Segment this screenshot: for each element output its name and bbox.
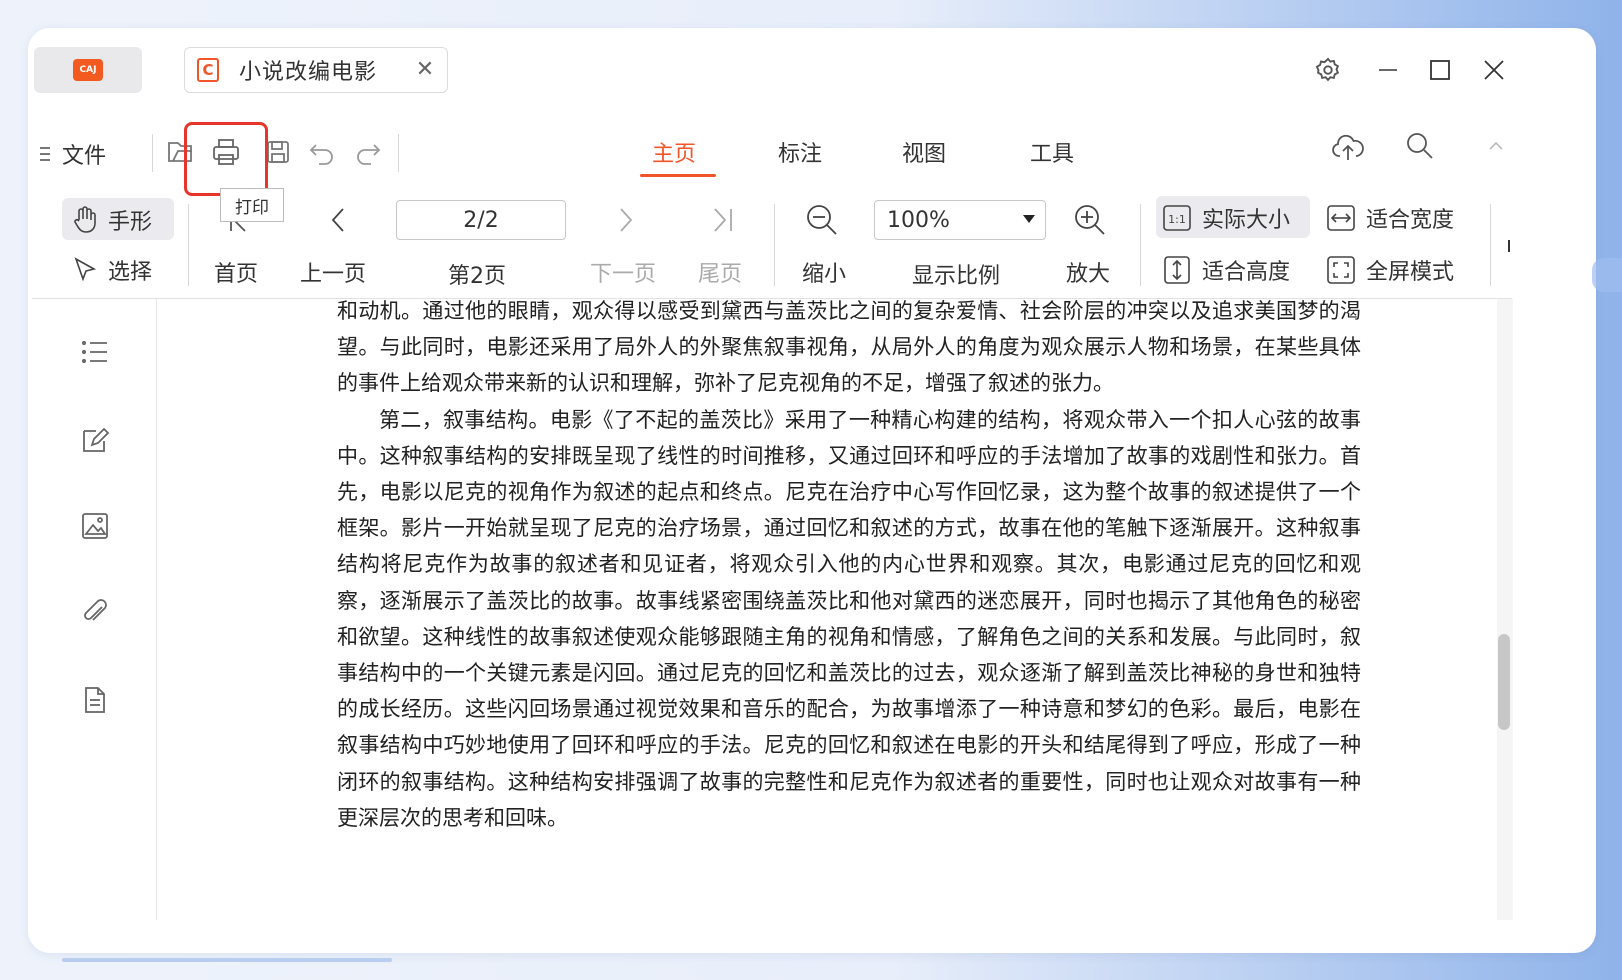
zoom-caption: 显示比例 [912,264,1001,289]
ribbon-divider [1490,204,1491,286]
annotation-edit-icon[interactable] [78,423,112,457]
zoom-select[interactable]: 100% [874,200,1046,240]
fit-height-icon [1164,256,1190,284]
caj-doc-icon: C [197,58,219,82]
chevron-up-icon[interactable] [1476,126,1516,166]
next-page-label[interactable]: 下一页 [590,256,656,288]
hand-tool-button[interactable]: 手形 [72,204,152,236]
fit-width-icon [1327,205,1355,231]
document-page-icon[interactable] [78,683,112,717]
paragraph: 第二，叙事结构。电影《了不起的盖茨比》采用了一种精心构建的结构，将观众带入一个扣… [337,407,1361,830]
outline-list-icon[interactable] [78,335,112,369]
settings-gear-icon[interactable] [1312,54,1344,86]
search-icon[interactable] [1400,126,1440,166]
tab-title: 小说改编电影 [239,60,378,85]
fullscreen-button[interactable]: 全屏模式 [1326,254,1454,286]
active-tab-underline [640,174,716,177]
document-tab[interactable]: C 小说改编电影 ✕ [184,47,448,93]
file-menu-button[interactable]: 文件 [38,138,106,170]
print-tooltip: 打印 [220,188,284,222]
file-menu-label: 文件 [62,144,107,169]
ribbon-divider [774,204,775,286]
document-text: 和动机。通过他的眼睛，观众得以感受到黛西与盖茨比之间的复杂爱情、社会阶层的冲突以… [337,299,1361,836]
toolbar-divider [398,134,399,172]
last-page-label[interactable]: 尾页 [698,256,742,288]
ribbon-divider [1140,204,1141,286]
left-sidebar [32,299,157,920]
tab-close-icon[interactable]: ✕ [413,58,437,82]
redo-icon[interactable] [348,132,388,172]
page-caption: 第2页 [448,264,506,289]
fit-width-button[interactable]: 适合宽度 [1326,202,1454,234]
taskbar-indicator [62,958,392,962]
zoom-out-label[interactable]: 缩小 [802,256,846,288]
actual-size-button[interactable]: 1:1 实际大小 [1162,202,1290,234]
attachment-paperclip-icon[interactable] [78,595,112,629]
print-highlight-box [184,122,268,196]
zoom-out-icon[interactable] [802,200,842,240]
close-window-icon[interactable] [1478,54,1510,86]
actual-size-label: 实际大小 [1202,208,1291,233]
app-menu-button[interactable]: CAJ [34,47,142,93]
fullscreen-icon [1327,256,1355,284]
next-page-icon[interactable] [606,200,646,240]
paragraph: 和动机。通过他的眼睛，观众得以感受到黛西与盖茨比之间的复杂爱情、社会阶层的冲突以… [337,299,1361,396]
page-number-input[interactable]: 2/2 [396,200,566,240]
prev-page-label[interactable]: 上一页 [300,256,366,288]
caj-logo-icon: CAJ [73,59,103,81]
hand-icon [74,206,96,233]
select-tool-label: 选择 [108,260,153,285]
ribbon-overflow-mark [1508,240,1510,252]
hand-tool-label: 手形 [108,210,153,235]
menu-lines-icon [40,147,50,161]
ribbon-divider [188,204,189,286]
document-page: 和动机。通过他的眼睛，观众得以感受到黛西与盖茨比之间的复杂爱情、社会阶层的冲突以… [157,299,1497,920]
tab-annotate[interactable]: 标注 [778,136,822,168]
first-page-label[interactable]: 首页 [214,256,258,288]
tab-tools[interactable]: 工具 [1030,136,1074,168]
document-viewport[interactable]: 和动机。通过他的眼睛，观众得以感受到黛西与盖茨比之间的复杂爱情、社会阶层的冲突以… [157,299,1513,920]
zoom-value: 100% [887,207,950,233]
prev-page-icon[interactable] [318,200,358,240]
fullscreen-label: 全屏模式 [1366,260,1455,285]
actual-size-icon: 1:1 [1163,205,1191,231]
tab-home[interactable]: 主页 [652,136,696,168]
zoom-in-icon[interactable] [1070,200,1110,240]
last-page-icon[interactable] [702,200,742,240]
fit-height-label: 适合高度 [1202,260,1291,285]
cursor-arrow-icon [74,257,97,282]
maximize-icon[interactable] [1424,54,1456,86]
svg-text:1:1: 1:1 [1168,213,1186,226]
tab-view[interactable]: 视图 [902,136,946,168]
undo-icon[interactable] [302,132,342,172]
dropdown-caret-icon [1023,215,1035,223]
image-gallery-icon[interactable] [78,509,112,543]
toolbar-divider [152,134,153,172]
fit-height-button[interactable]: 适合高度 [1162,254,1290,286]
cloud-upload-icon[interactable] [1328,128,1368,168]
side-handle [1592,258,1622,292]
fit-width-label: 适合宽度 [1366,208,1455,233]
reader-window: CAJ C 小说改编电影 ✕ 文件 主页 标注 视图 工具 打印 手形 选择 首… [32,40,1536,920]
title-bar: CAJ C 小说改编电影 ✕ [32,40,1536,98]
minimize-icon[interactable] [1372,54,1404,86]
select-tool-button[interactable]: 选择 [72,254,152,286]
vertical-scrollbar-thumb[interactable] [1498,634,1510,730]
zoom-in-label[interactable]: 放大 [1066,256,1110,288]
